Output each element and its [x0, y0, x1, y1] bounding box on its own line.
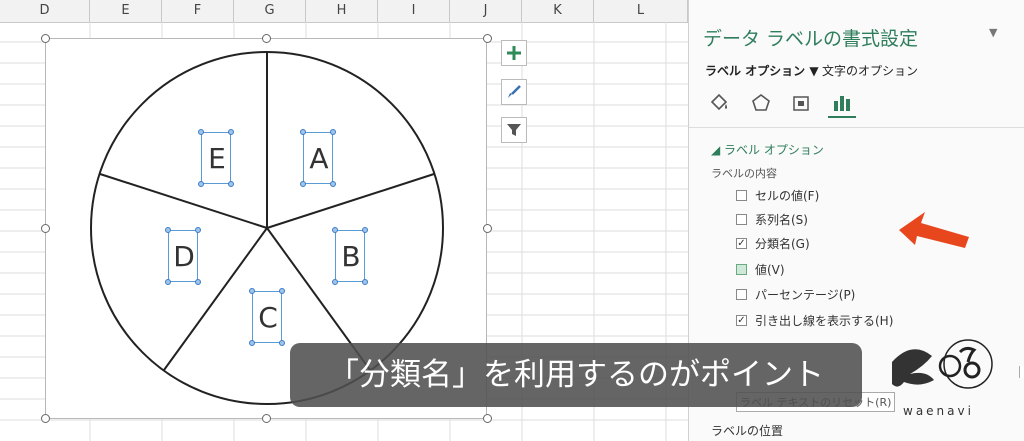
chart-resize-handle[interactable] — [41, 414, 50, 423]
option-category-name[interactable]: ✓ 分類名(G) — [736, 234, 810, 252]
chart-styles-button[interactable] — [501, 79, 527, 105]
label-handle[interactable] — [330, 129, 336, 135]
label-handle[interactable] — [195, 279, 201, 285]
label-handle[interactable] — [362, 279, 368, 285]
label-handle[interactable] — [279, 288, 285, 294]
checkbox-checked[interactable]: ✓ — [736, 237, 747, 249]
column-header-i[interactable]: I — [378, 0, 450, 22]
column-header-f[interactable]: F — [162, 0, 234, 22]
label-position-heading: ラベルの位置 — [711, 424, 784, 438]
option-label: 引き出し線を表示する(H) — [755, 313, 894, 328]
size-properties-icon[interactable] — [787, 90, 815, 116]
checkbox[interactable] — [736, 213, 747, 225]
column-header-l[interactable]: L — [594, 0, 688, 22]
chart-resize-handle[interactable] — [262, 34, 271, 43]
section-label-options[interactable]: ◢ ラベル オプション — [711, 141, 824, 158]
checkbox-checked[interactable]: ✓ — [736, 314, 747, 326]
label-handle[interactable] — [332, 279, 338, 285]
dropdown-stub[interactable] — [1019, 366, 1024, 378]
label-options-icon[interactable] — [828, 90, 856, 118]
plus-icon — [507, 46, 521, 60]
funnel-icon — [507, 124, 521, 136]
red-arrow — [899, 212, 969, 248]
chart-resize-handle[interactable] — [483, 414, 492, 423]
fill-line-icon[interactable] — [705, 90, 733, 116]
label-handle[interactable] — [249, 288, 255, 294]
label-handle[interactable] — [165, 279, 171, 285]
column-header-k[interactable]: K — [522, 0, 594, 22]
data-label-b-text: B — [341, 240, 361, 273]
data-label-d[interactable]: D — [168, 230, 198, 282]
chart-resize-handle[interactable] — [41, 224, 50, 233]
chart-elements-button[interactable] — [501, 40, 527, 66]
data-label-a-text: A — [309, 142, 329, 175]
column-header-e[interactable]: E — [90, 0, 162, 22]
waenavi-logo — [892, 339, 993, 389]
column-header-j[interactable]: J — [450, 0, 522, 22]
data-label-a[interactable]: A — [303, 132, 333, 184]
option-label: セルの値(F) — [755, 188, 820, 203]
chart-resize-handle[interactable] — [262, 414, 271, 423]
label-handle[interactable] — [195, 227, 201, 233]
tab-label-options[interactable]: ラベル オプション ▼ — [705, 62, 819, 79]
chart-resize-handle[interactable] — [483, 224, 492, 233]
pane-divider — [689, 127, 1024, 128]
chart-filters-button[interactable] — [501, 117, 527, 143]
section-title-text: ラベル オプション — [724, 143, 824, 157]
data-label-c-text: C — [258, 301, 278, 334]
chart-resize-handle[interactable] — [41, 34, 50, 43]
label-handle[interactable] — [165, 227, 171, 233]
option-percentage[interactable]: パーセンテージ(P) — [736, 285, 855, 303]
checkbox[interactable] — [736, 189, 747, 201]
option-label: 値(V) — [755, 262, 785, 277]
option-cell-value[interactable]: セルの値(F) — [736, 186, 819, 204]
option-label: 分類名(G) — [755, 236, 810, 251]
label-contains-heading: ラベルの内容 — [711, 167, 777, 180]
data-label-c[interactable]: C — [252, 291, 282, 343]
label-handle[interactable] — [228, 181, 234, 187]
chart-resize-handle[interactable] — [483, 34, 492, 43]
column-header-g[interactable]: G — [234, 0, 306, 22]
option-label: パーセンテージ(P) — [755, 287, 856, 302]
option-series-name[interactable]: 系列名(S) — [736, 210, 808, 228]
column-header-h[interactable]: H — [306, 0, 378, 22]
data-label-e[interactable]: E — [201, 132, 231, 184]
checkbox[interactable] — [736, 288, 747, 300]
pane-options-caret[interactable]: ▼ — [989, 26, 997, 39]
checkbox[interactable] — [736, 263, 747, 275]
label-handle[interactable] — [228, 129, 234, 135]
brush-icon — [508, 85, 521, 98]
column-header-d[interactable]: D — [0, 0, 90, 22]
label-handle[interactable] — [362, 227, 368, 233]
label-handle[interactable] — [330, 181, 336, 187]
video-caption: 「分類名」を利用するのがポイント — [290, 343, 862, 407]
data-label-e-text: E — [208, 142, 226, 175]
label-handle[interactable] — [249, 340, 255, 346]
logo-text: waenavi — [903, 404, 974, 418]
data-label-d-text: D — [173, 240, 195, 273]
option-show-leader-lines[interactable]: ✓ 引き出し線を表示する(H) — [736, 311, 893, 329]
option-label: 系列名(S) — [755, 212, 808, 227]
option-value[interactable]: 値(V) — [736, 260, 785, 278]
label-handle[interactable] — [198, 129, 204, 135]
pane-title: データ ラベルの書式設定 — [703, 28, 919, 50]
effects-icon[interactable] — [747, 90, 775, 116]
label-handle[interactable] — [279, 340, 285, 346]
column-header-row: D E F G H I J K L — [0, 0, 688, 23]
label-handle[interactable] — [300, 129, 306, 135]
data-label-b[interactable]: B — [335, 230, 365, 282]
tab-text-options[interactable]: 文字のオプション — [822, 62, 918, 79]
label-handle[interactable] — [198, 181, 204, 187]
label-handle[interactable] — [300, 181, 306, 187]
label-handle[interactable] — [332, 227, 338, 233]
